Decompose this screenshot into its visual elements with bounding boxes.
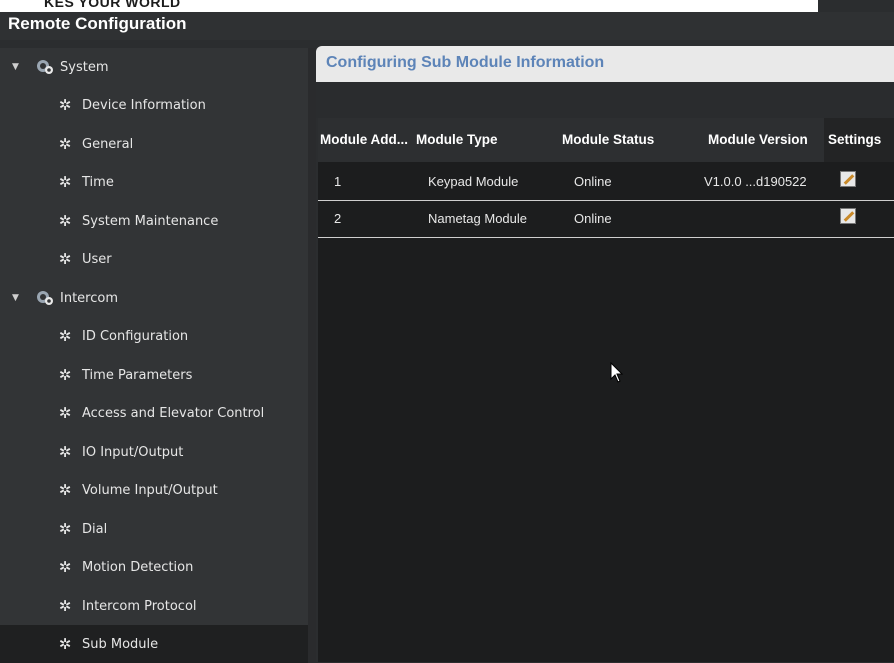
tree-group-intercom[interactable]: ▼ Intercom: [0, 279, 308, 317]
sidebar-item-general[interactable]: ✲ General: [0, 125, 308, 163]
sidebar-item-label: Volume Input/Output: [82, 482, 218, 498]
gear-icon: ✲: [58, 403, 72, 422]
tree-group-system[interactable]: ▼ System: [0, 48, 308, 86]
gear-icon: ✲: [58, 634, 72, 653]
sidebar-item-motion-detection[interactable]: ✲ Motion Detection: [0, 548, 308, 586]
sidebar-item-label: ID Configuration: [82, 328, 189, 344]
gear-icon: ✲: [58, 134, 72, 153]
gear-icon: ✲: [58, 442, 72, 461]
cell-version: V1.0.0 ...d190522: [704, 174, 807, 189]
gear-icon: ✲: [58, 480, 72, 499]
sidebar-item-label: IO Input/Output: [82, 444, 184, 460]
settings-group-icon: [36, 290, 54, 306]
sidebar-item-dial[interactable]: ✲ Dial: [0, 510, 308, 548]
cell-type: Nametag Module: [428, 211, 527, 226]
panel-toolbar-area: [316, 82, 894, 118]
sidebar-item-io-input-output[interactable]: ✲ IO Input/Output: [0, 433, 308, 471]
table-row[interactable]: 2 Nametag Module Online: [318, 201, 894, 238]
column-header-settings[interactable]: Settings: [828, 132, 881, 147]
cell-status: Online: [574, 174, 612, 189]
edit-icon[interactable]: [840, 208, 856, 224]
top-right-block: [818, 0, 894, 12]
sidebar-item-intercom-protocol[interactable]: ✲ Intercom Protocol: [0, 587, 308, 625]
sidebar-item-label: Access and Elevator Control: [82, 405, 265, 421]
column-header-module-version[interactable]: Module Version: [708, 132, 808, 147]
cell-type: Keypad Module: [428, 174, 519, 189]
settings-group-icon: [36, 59, 54, 75]
brand-text: KES YOUR WORLD: [44, 0, 181, 10]
sidebar-item-label: General: [82, 136, 134, 152]
sidebar-item-access-and-elevator-control[interactable]: ✲ Access and Elevator Control: [0, 394, 308, 432]
panel-title: Configuring Sub Module Information: [326, 54, 605, 71]
window-titlebar: Remote Configuration: [0, 12, 894, 40]
table-header: Module Add... Module Type Module Status …: [318, 118, 894, 162]
sidebar-item-label: System Maintenance: [82, 213, 219, 229]
column-header-module-address[interactable]: Module Add...: [320, 132, 408, 147]
gear-icon: ✲: [58, 211, 72, 230]
sidebar-item-time-parameters[interactable]: ✲ Time Parameters: [0, 356, 308, 394]
sidebar-item-system-maintenance[interactable]: ✲ System Maintenance: [0, 202, 308, 240]
tree-group-label: System: [60, 59, 109, 75]
gear-icon: ✲: [58, 519, 72, 538]
sidebar-item-label: Time Parameters: [82, 367, 193, 383]
sidebar-item-label: Motion Detection: [82, 559, 194, 575]
cell-address: 1: [334, 174, 342, 189]
table-row[interactable]: 1 Keypad Module Online V1.0.0 ...d190522: [318, 164, 894, 201]
sidebar-item-label: Dial: [82, 521, 108, 537]
gear-icon: ✲: [58, 596, 72, 615]
sidebar-item-sub-module[interactable]: ✲ Sub Module: [0, 625, 308, 663]
sidebar-item-label: Sub Module: [82, 636, 159, 652]
window-title: Remote Configuration: [8, 14, 187, 33]
column-header-module-type[interactable]: Module Type: [416, 132, 498, 147]
tree-group-label: Intercom: [60, 290, 118, 306]
sub-module-table: Module Add... Module Type Module Status …: [318, 118, 894, 662]
gear-icon: ✲: [58, 172, 72, 191]
expand-caret-icon[interactable]: ▼: [12, 62, 20, 72]
cell-address: 2: [334, 211, 342, 226]
gear-icon: ✲: [58, 365, 72, 384]
sidebar-item-id-configuration[interactable]: ✲ ID Configuration: [0, 317, 308, 355]
sidebar-item-device-information[interactable]: ✲ Device Information: [0, 86, 308, 124]
gear-icon: ✲: [58, 326, 72, 345]
sidebar-item-label: Intercom Protocol: [82, 598, 197, 614]
gear-icon: ✲: [58, 557, 72, 576]
sidebar-item-label: Device Information: [82, 97, 206, 113]
panel-header: Configuring Sub Module Information: [316, 46, 894, 82]
sidebar-item-label: Time: [82, 174, 114, 190]
gear-icon: ✲: [58, 95, 72, 114]
sidebar-item-time[interactable]: ✲ Time: [0, 163, 308, 201]
column-header-module-status[interactable]: Module Status: [562, 132, 654, 147]
expand-caret-icon[interactable]: ▼: [12, 293, 20, 303]
cell-status: Online: [574, 211, 612, 226]
sidebar-item-volume-input-output[interactable]: ✲ Volume Input/Output: [0, 471, 308, 509]
mouse-cursor-icon: [610, 362, 624, 383]
sidebar: ▼ System ✲ Device Information ✲ General …: [0, 48, 308, 663]
pane-divider[interactable]: [308, 48, 316, 662]
gear-icon: ✲: [58, 249, 72, 268]
sidebar-item-label: User: [82, 251, 112, 267]
sidebar-item-user[interactable]: ✲ User: [0, 240, 308, 278]
edit-icon[interactable]: [840, 171, 856, 187]
